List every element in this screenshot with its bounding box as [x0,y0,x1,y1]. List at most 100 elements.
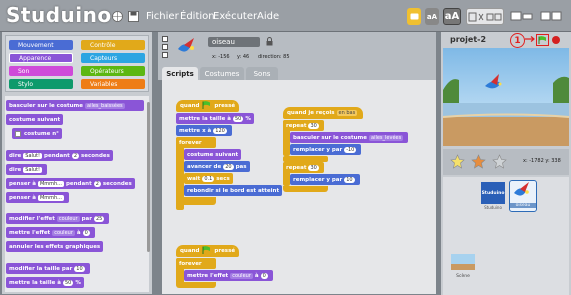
number-input[interactable]: 120 [213,127,227,134]
block-text: avancer de [187,163,222,170]
tab-sounds[interactable]: Sons [246,67,278,80]
effect-dropdown[interactable]: couleur [52,229,75,236]
green-flag-button[interactable] [536,34,549,46]
view-mode-icon[interactable] [540,10,562,22]
block-say-for[interactable]: dire Salut! pendant 2 secondes [6,150,113,161]
forever-block[interactable]: forever [176,137,216,148]
sprite-tile-studuino[interactable]: Studuino Studuino [481,182,505,212]
text-input[interactable]: Salut! [23,152,43,159]
forever-block-2[interactable]: forever [176,258,216,269]
checkbox-icon[interactable] [15,130,21,137]
block-change-effect[interactable]: modifier l'effet couleur par 25 [6,213,110,224]
tab-scripts[interactable]: Scripts [162,67,198,80]
block-next-costume[interactable]: costume suivant [6,114,64,125]
no-rotate-icon[interactable] [162,52,168,58]
number-input[interactable]: 10 [74,265,85,272]
when-flag-clicked-hat[interactable]: quand pressé [176,100,240,112]
menu-run[interactable]: Exécuter [213,11,257,22]
block-clear-effects[interactable]: annuler les effets graphiques [6,241,104,252]
block-set-size[interactable]: mettre la taille à 50 % [6,277,84,288]
block-costume-number[interactable]: costume n° [12,128,62,139]
font-small-button[interactable]: aA [425,8,439,25]
bounce-block[interactable]: rebondir si le bord est atteint [184,185,283,196]
number-input[interactable]: 30 [308,122,319,129]
text-input[interactable]: Salut! [23,166,43,173]
change-y-block-2[interactable]: remplacer y par 10 [290,174,360,185]
when-flag-clicked-hat-2[interactable]: quand pressé [176,245,240,257]
switch-costume-block[interactable]: basculer sur le costume ailes_levées [290,132,409,143]
menu-edit[interactable]: Édition [180,11,215,22]
block-text: repeat [286,122,307,129]
tool-buttons[interactable] [466,8,504,25]
number-input[interactable]: -10 [344,146,357,153]
number-input[interactable]: 50 [62,279,74,286]
effect-dropdown[interactable]: couleur [56,215,80,222]
font-large-button[interactable]: aA [443,8,461,25]
block-switch-costume[interactable]: basculer sur le costume ailes_baissées [6,100,144,111]
lock-icon[interactable] [266,37,273,48]
save-icon[interactable] [127,10,139,22]
number-input[interactable]: 25 [93,215,105,222]
number-input[interactable]: 2 [71,152,79,159]
script-canvas[interactable]: quand pressé mettre la taille à 50 % met… [162,80,436,294]
category-sensing[interactable]: Capteurs [81,53,145,63]
category-operators[interactable]: Opérateurs [81,66,145,76]
random-sprite-icon[interactable] [492,154,507,171]
sprite-name-field[interactable]: oiseau [208,37,260,47]
costume-dropdown[interactable]: ailes_baissées [85,102,125,109]
costume-dropdown[interactable]: ailes_levées [369,134,404,141]
effect-dropdown[interactable]: couleur [230,272,253,279]
block-text: costume n° [24,130,59,137]
choose-sprite-icon[interactable] [471,154,486,171]
category-motion[interactable]: Mouvement [9,40,73,50]
set-x-block[interactable]: mettre x à 120 [176,125,232,136]
repeat-block-1[interactable]: repeat 30 [283,120,324,131]
change-y-block[interactable]: remplacer y par -10 [290,144,362,155]
category-looks[interactable]: Apparence [9,53,73,63]
set-size-block[interactable]: mettre la taille à 50 % [176,113,254,124]
block-say[interactable]: dire Salut! [6,164,48,175]
set-effect-block[interactable]: mettre l'effet couleur à 0 [184,270,273,281]
palette-scrollbar[interactable] [147,102,150,252]
number-input[interactable]: 20 [223,163,234,170]
move-steps-block[interactable]: avancer de 20 pas [184,161,250,172]
category-sound[interactable]: Son [9,66,73,76]
tab-costumes[interactable]: Costumes [200,67,244,80]
number-input[interactable]: 10 [344,176,355,183]
scene-tile[interactable]: Scène [451,254,475,284]
stop-button[interactable] [552,36,560,44]
number-input[interactable]: 0 [260,272,268,279]
menu-help[interactable]: Aide [257,11,279,22]
block-mode-icon[interactable] [407,8,421,25]
block-think-for[interactable]: penser à Mmmh... pendant 2 secondes [6,178,135,189]
message-dropdown[interactable]: en bas [336,110,358,116]
when-receive-hat[interactable]: quand je reçois en bas [283,107,364,119]
stage-header: projet-2 1 [441,32,571,48]
category-pen[interactable]: Stylo [9,79,73,89]
sprite-tile-oiseau[interactable]: oiseau [509,180,537,212]
repeat-block-2[interactable]: repeat 30 [283,162,324,173]
stage-view[interactable] [443,48,569,146]
block-sidebar: Mouvement Contrôle Apparence Capteurs So… [2,32,152,294]
number-input[interactable]: 0 [82,229,90,236]
text-input[interactable]: Mmmh... [37,180,64,187]
block-think[interactable]: penser à Mmmh... [6,192,69,203]
text-input[interactable]: Mmmh... [37,194,64,201]
number-input[interactable]: 30 [308,164,319,171]
category-variables[interactable]: Variables [81,79,145,89]
wait-block[interactable]: wait 0.1 secs [184,173,233,184]
block-change-size[interactable]: modifier la taille par 10 [6,263,90,274]
block-text: quand [180,103,200,109]
flip-mode-icon[interactable] [162,44,168,50]
stage-size-icon[interactable] [510,10,534,22]
rotate-mode-icon[interactable] [162,36,168,42]
next-costume-block[interactable]: costume suivant [184,149,242,160]
number-input[interactable]: 0.1 [202,175,215,182]
number-input[interactable]: 50 [232,115,244,122]
category-control[interactable]: Contrôle [81,40,145,50]
number-input[interactable]: 2 [93,180,101,187]
menu-file[interactable]: Fichier [146,11,179,22]
globe-icon[interactable] [111,10,123,22]
paint-new-sprite-icon[interactable] [450,154,465,171]
block-set-effect[interactable]: mettre l'effet couleur à 0 [6,227,95,238]
